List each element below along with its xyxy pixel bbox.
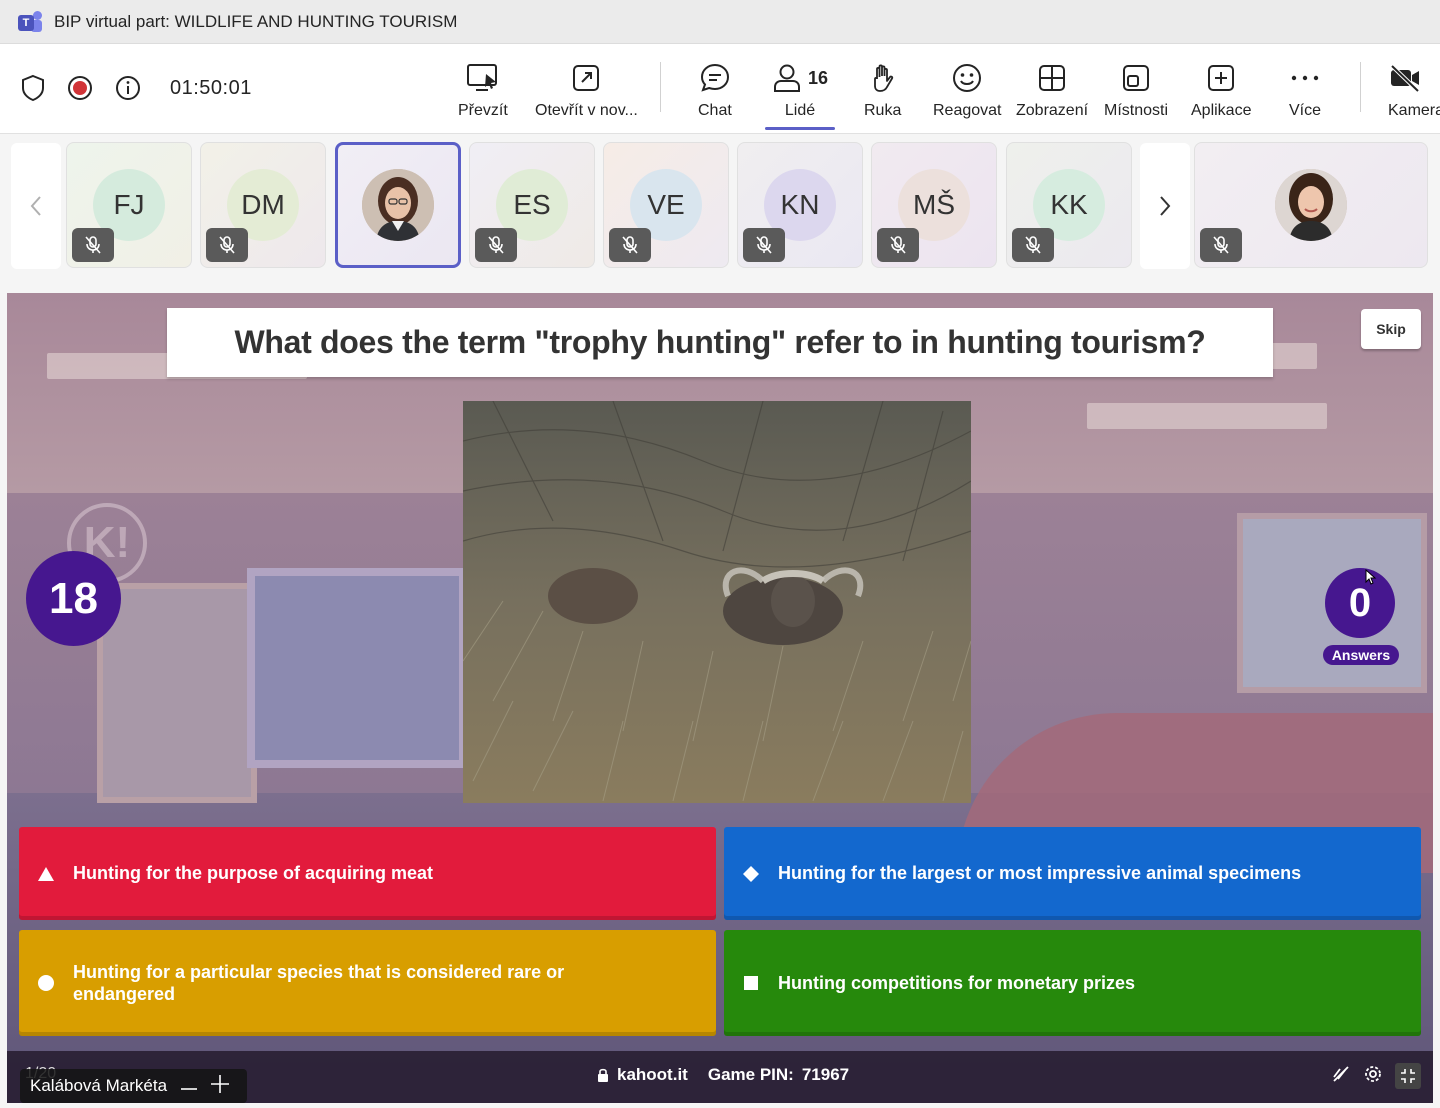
participant-tile[interactable]: KK (1006, 142, 1132, 268)
mic-off-icon (206, 228, 248, 262)
add-app-icon (1206, 58, 1236, 98)
participant-tile-active-speaker[interactable] (335, 142, 461, 268)
pop-out-icon (571, 58, 601, 98)
presenter-name: Kalábová Markéta (30, 1076, 168, 1095)
react-button[interactable]: Reagovat (933, 58, 1002, 128)
answers-count: 0 (1325, 568, 1395, 638)
view-button[interactable]: Zobrazení (1016, 58, 1088, 128)
triangle-icon (35, 866, 57, 882)
answer-option-circle[interactable]: Hunting for a particular species that is… (19, 930, 716, 1036)
participant-tile[interactable]: DM (200, 142, 326, 268)
question-image (463, 401, 971, 803)
kahoot-bottom-bar: 1/20 Kalábová Markéta kahoot.it Game PIN… (7, 1051, 1433, 1103)
mic-off-icon (475, 228, 517, 262)
camera-button[interactable]: Kamera (1388, 58, 1440, 128)
mouse-cursor-icon (1365, 569, 1377, 585)
recording-icon[interactable] (66, 74, 94, 102)
square-icon (740, 975, 762, 991)
skip-button[interactable]: Skip (1361, 309, 1421, 349)
hand-icon (868, 58, 898, 98)
presenter-name-tag: Kalábová Markéta (20, 1069, 248, 1103)
grid-view-icon (1037, 58, 1067, 98)
participant-tile[interactable]: KN (737, 142, 863, 268)
more-dots-icon (1290, 58, 1320, 98)
answer-option-square[interactable]: Hunting competitions for monetary prizes (724, 930, 1421, 1036)
open-new-window-button[interactable]: Otevřít v nov... (535, 58, 638, 128)
camera-off-icon (1388, 58, 1422, 98)
take-control-button[interactable]: Převzít (458, 58, 508, 128)
chevron-right-icon (1160, 196, 1171, 216)
participant-tile[interactable]: VE (603, 142, 729, 268)
mic-off-icon (1200, 228, 1242, 262)
rooms-icon (1121, 58, 1151, 98)
diamond-icon (740, 865, 762, 883)
participant-tile[interactable]: MŠ (871, 142, 997, 268)
shared-screen-kahoot: K! What does the term "trophy hunting" r… (7, 293, 1433, 1103)
question-text: What does the term "trophy hunting" refe… (234, 324, 1206, 360)
smiley-icon (951, 58, 983, 98)
people-button[interactable]: 16 Lidé (772, 58, 828, 128)
scroll-left-button[interactable] (11, 143, 61, 269)
shield-icon[interactable] (20, 74, 46, 102)
mic-off-icon (743, 228, 785, 262)
zoom-in-icon[interactable] (211, 1074, 230, 1098)
exit-fullscreen-icon[interactable] (1395, 1063, 1421, 1089)
mic-off-icon (1012, 228, 1054, 262)
teams-logo-icon: T (18, 10, 42, 33)
window-title: BIP virtual part: WILDLIFE AND HUNTING T… (54, 11, 458, 31)
people-icon (774, 64, 800, 92)
game-pin: kahoot.it Game PIN: 71967 (597, 1065, 849, 1085)
participants-strip: FJ DM ES VE KN MŠ KK (0, 135, 1440, 285)
breakout-rooms-button[interactable]: Místnosti (1104, 58, 1168, 128)
more-button[interactable]: Více (1289, 58, 1321, 128)
screen-share-icon (466, 58, 500, 98)
participant-tile[interactable]: FJ (66, 142, 192, 268)
answer-option-triangle[interactable]: Hunting for the purpose of acquiring mea… (19, 827, 716, 920)
self-photo (1275, 169, 1347, 241)
mic-off-icon (72, 228, 114, 262)
info-icon[interactable] (114, 74, 142, 102)
pin-value: 71967 (801, 1065, 850, 1084)
title-bar: T BIP virtual part: WILDLIFE AND HUNTING… (0, 0, 1440, 44)
scroll-right-button[interactable] (1140, 143, 1190, 269)
self-video-tile[interactable] (1194, 142, 1428, 268)
mic-off-icon (877, 228, 919, 262)
answers-label: Answers (1323, 645, 1399, 665)
raise-hand-button[interactable]: Ruka (864, 58, 901, 128)
lock-icon (598, 1068, 608, 1082)
apps-button[interactable]: Aplikace (1191, 58, 1251, 128)
meeting-timer: 01:50:01 (170, 76, 252, 99)
answer-option-diamond[interactable]: Hunting for the largest or most impressi… (724, 827, 1421, 920)
mute-sound-icon[interactable] (1331, 1064, 1351, 1089)
question-box: What does the term "trophy hunting" refe… (167, 308, 1273, 377)
circle-icon (35, 974, 57, 992)
countdown-timer: 18 (26, 551, 121, 646)
active-tab-indicator (765, 127, 835, 130)
meeting-toolbar: 01:50:01 Převzít Otevřít v nov... Chat 1… (0, 44, 1440, 134)
zoom-out-icon[interactable] (181, 1076, 198, 1096)
people-count: 16 (808, 67, 829, 88)
kahoot-site: kahoot.it (617, 1065, 688, 1084)
chevron-left-icon (30, 196, 41, 216)
chat-button[interactable]: Chat (698, 58, 732, 128)
pin-label: Game PIN: (707, 1065, 794, 1084)
settings-gear-icon[interactable] (1363, 1064, 1383, 1089)
participant-tile[interactable]: ES (469, 142, 595, 268)
chat-icon (699, 58, 731, 98)
participant-photo (362, 169, 434, 241)
mic-off-icon (609, 228, 651, 262)
